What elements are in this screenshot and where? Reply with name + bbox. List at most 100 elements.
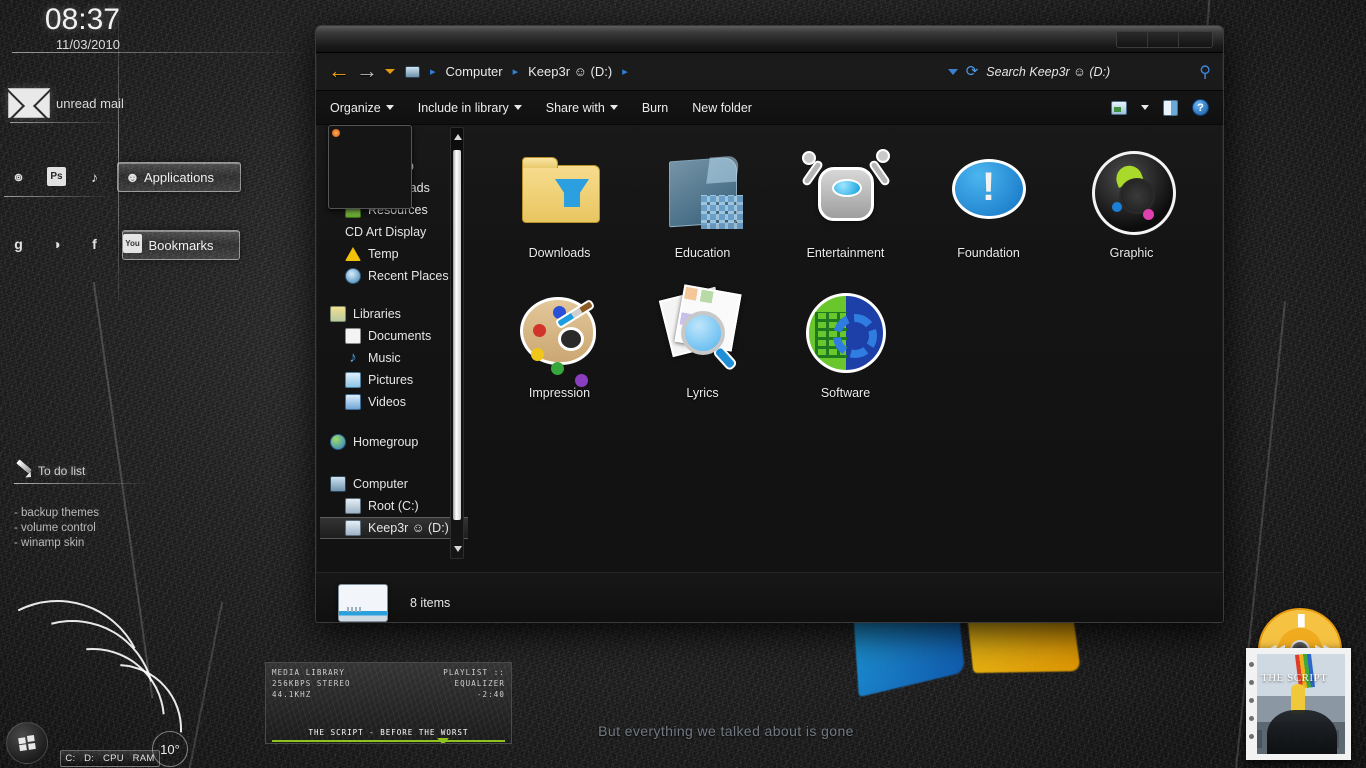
album-sleeve: THE SCRIPT <box>1246 648 1351 760</box>
sidebar-item-temp[interactable]: Temp <box>320 243 468 265</box>
chevron-down-icon <box>610 105 618 110</box>
scroll-up-arrow-icon[interactable] <box>454 134 462 140</box>
sidebar-item-homegroup[interactable]: Homegroup <box>320 431 468 453</box>
file-item-lyrics[interactable]: Lyrics <box>631 283 774 423</box>
sidebar-item-recent-places[interactable]: Recent Places <box>320 265 468 287</box>
file-item-label: Foundation <box>957 246 1020 260</box>
window-controls <box>1116 31 1213 48</box>
photoshop-icon[interactable]: Ps <box>47 167 66 186</box>
sidebar-item-libraries[interactable]: Libraries <box>320 303 468 325</box>
scrollbar-thumb[interactable] <box>453 150 461 520</box>
time-remaining-label: -2:40 <box>391 689 505 700</box>
back-arrow-icon[interactable] <box>328 61 350 83</box>
sidebar-vertical-line <box>118 0 119 300</box>
refresh-icon[interactable]: ⟳ <box>966 64 979 79</box>
share-with-button[interactable]: Share with <box>546 101 618 115</box>
start-button[interactable] <box>6 722 48 764</box>
desktop: 08:37 11/03/2010 unread mail ๏ Ps ♪ ☻ g … <box>0 0 1366 768</box>
seek-bar[interactable] <box>272 740 505 742</box>
pause-button[interactable]: ▐▌ <box>1294 616 1308 627</box>
history-dropdown-icon[interactable] <box>385 69 395 74</box>
file-item-education[interactable]: Education <box>631 143 774 283</box>
file-item-entertainment[interactable]: Entertainment <box>774 143 917 283</box>
music-note-icon[interactable]: ♪ <box>85 167 104 186</box>
sidebar-item-cd-art-display[interactable]: CD Art Display <box>320 221 468 243</box>
sidebar-item-label: Documents <box>368 329 431 343</box>
audio-format-label: 256KBPS STEREO 44.1KHZ <box>272 678 391 700</box>
applications-button[interactable]: Applications <box>117 162 241 192</box>
search-icon[interactable]: ⚲ <box>1199 62 1211 82</box>
maximize-button[interactable] <box>1148 32 1179 47</box>
player-header: MEDIA LIBRARY 256KBPS STEREO 44.1KHZ PLA… <box>266 663 511 700</box>
help-icon[interactable]: ? <box>1192 99 1209 116</box>
software-disc-icon <box>796 283 896 383</box>
equalizer-button[interactable]: EQUALIZER <box>454 679 505 688</box>
organize-button[interactable]: Organize <box>330 101 394 115</box>
firefox-icon[interactable]: ๏ <box>9 167 28 186</box>
breadcrumb-drive[interactable]: Keep3r ☺ (D:) <box>528 64 612 79</box>
documents-icon <box>345 328 361 344</box>
burn-button[interactable]: Burn <box>642 101 668 115</box>
lyrics-overlay: But everything we talked about is gone <box>566 723 886 739</box>
envelope-icon <box>8 88 50 118</box>
facebook-icon[interactable]: f <box>85 234 104 253</box>
preview-pane-icon[interactable] <box>1163 100 1178 116</box>
warning-folder-icon <box>345 247 361 261</box>
search-input[interactable]: Search Keep3r ☺ (D:) <box>986 65 1191 79</box>
divider <box>14 483 144 484</box>
file-item-software[interactable]: Software <box>774 283 917 423</box>
unread-mail-widget[interactable]: unread mail <box>8 88 124 118</box>
sidebar-item-root-c[interactable]: Root (C:) <box>320 495 468 517</box>
breadcrumb-separator: ▸ <box>513 65 519 78</box>
file-item-label: Lyrics <box>686 386 718 400</box>
bookmarks-button[interactable]: Bookmarks <box>122 230 240 260</box>
resmon-ram: RAM <box>133 753 155 764</box>
computer-icon <box>405 66 420 78</box>
minimize-button[interactable] <box>1117 32 1148 47</box>
file-item-label: Software <box>821 386 870 400</box>
breadcrumb-separator: ▸ <box>430 65 436 78</box>
computer-icon <box>330 476 346 492</box>
scroll-down-arrow-icon[interactable] <box>454 546 462 552</box>
impression-palette-icon <box>510 283 610 383</box>
sidebar-item-computer[interactable]: Computer <box>320 473 468 495</box>
media-player-widget: MEDIA LIBRARY 256KBPS STEREO 44.1KHZ PLA… <box>265 662 512 744</box>
playlist-button[interactable]: PLAYLIST <box>443 668 488 677</box>
close-button[interactable] <box>1179 32 1212 47</box>
chevron-down-icon[interactable] <box>948 69 958 75</box>
file-item-downloads[interactable]: Downloads <box>488 143 631 283</box>
file-item-graphic[interactable]: Graphic <box>1060 143 1203 283</box>
nav-group-computer: Computer Root (C:) Keep3r ☺ (D:) <box>320 473 468 539</box>
sidebar-item-videos[interactable]: Videos <box>320 391 468 413</box>
sidebar-item-keep3r-d[interactable]: Keep3r ☺ (D:) <box>320 517 468 539</box>
google-icon[interactable]: g <box>9 234 28 253</box>
file-list-pane: Downloads Education <box>468 125 1223 572</box>
sidebar-item-music[interactable]: ♪ Music <box>320 347 468 369</box>
new-folder-button[interactable]: New folder <box>692 101 752 115</box>
file-item-foundation[interactable]: ! Foundation <box>917 143 1060 283</box>
todo-item: - winamp skin <box>14 536 144 551</box>
pictures-icon <box>345 372 361 388</box>
window-titlebar[interactable] <box>316 26 1223 53</box>
nav-group-favorites: ★ Favorites Desktop Downloads Resources <box>320 133 468 287</box>
organize-label: Organize <box>330 101 381 115</box>
now-playing-label: THE SCRIPT - BEFORE THE WORST <box>266 728 511 737</box>
sidebar-item-label: Pictures <box>368 373 413 387</box>
navigation-pane-scrollbar[interactable] <box>450 127 464 559</box>
media-library-label[interactable]: MEDIA LIBRARY <box>272 667 391 678</box>
sidebar-item-label: Recent Places <box>368 269 449 283</box>
chevron-down-icon[interactable] <box>1141 105 1149 110</box>
sleeve-holes <box>1249 662 1254 739</box>
forward-arrow-icon[interactable] <box>356 61 378 83</box>
drive-icon <box>345 498 361 514</box>
sidebar-item-pictures[interactable]: Pictures <box>320 369 468 391</box>
breadcrumb-computer[interactable]: Computer <box>446 64 503 79</box>
command-toolbar: Organize Include in library Share with B… <box>316 91 1223 125</box>
cd-art-display-icon <box>328 125 412 209</box>
nav-group-homegroup: Homegroup <box>320 431 468 453</box>
sidebar-item-documents[interactable]: Documents <box>320 325 468 347</box>
utorrent-icon[interactable]: ◑ <box>47 234 66 253</box>
include-in-library-button[interactable]: Include in library <box>418 101 522 115</box>
file-item-impression[interactable]: Impression <box>488 283 631 423</box>
change-view-icon[interactable] <box>1111 101 1127 115</box>
